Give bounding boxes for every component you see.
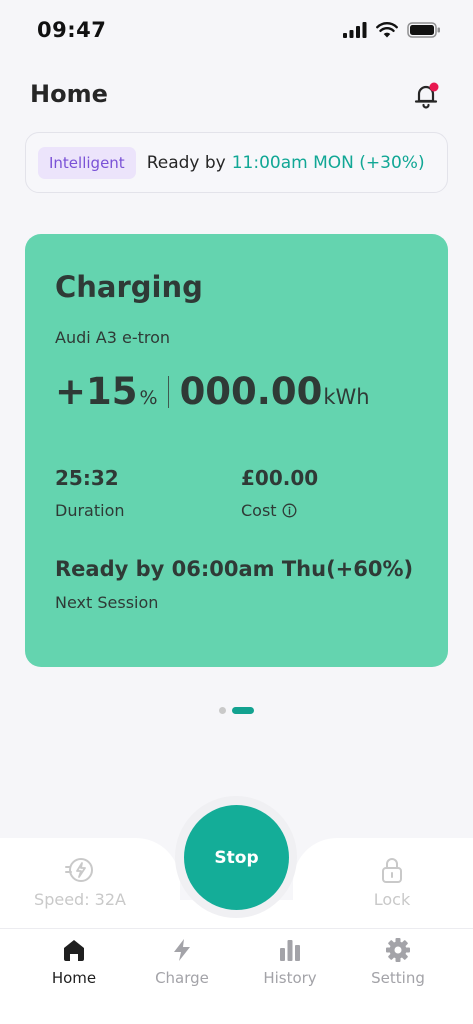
tab-history[interactable]: History bbox=[245, 937, 335, 987]
page-title: Home bbox=[30, 80, 108, 108]
duration-label-text: Duration bbox=[55, 501, 125, 520]
cost-label: Cost bbox=[241, 501, 297, 520]
next-session-label: Next Session bbox=[55, 593, 159, 612]
tab-charge[interactable]: Charge bbox=[137, 937, 227, 987]
tab-bar: Home Charge History Setting bbox=[0, 928, 473, 1024]
charge-percent-unit: % bbox=[139, 387, 158, 409]
status-icons bbox=[343, 22, 441, 38]
home-icon bbox=[64, 940, 84, 961]
duration-label: Duration bbox=[55, 501, 125, 520]
card-title: Charging bbox=[55, 270, 203, 304]
banner-ready-time: 11:00am MON (+30%) bbox=[231, 152, 425, 173]
pager-dot[interactable] bbox=[219, 707, 226, 714]
lock-control[interactable]: Lock bbox=[352, 856, 432, 909]
next-session-ready-time: Ready by 06:00am Thu(+60%) bbox=[55, 557, 414, 581]
stop-charging-button[interactable]: Stop bbox=[184, 805, 289, 910]
lock-label: Lock bbox=[373, 890, 411, 909]
bell-icon bbox=[414, 82, 439, 109]
status-bar: 09:47 bbox=[0, 0, 473, 62]
stop-label: Stop bbox=[214, 847, 259, 868]
speed-bolt-icon bbox=[65, 858, 93, 882]
card-pager bbox=[0, 707, 473, 714]
notification-dot bbox=[429, 82, 439, 92]
wifi-icon bbox=[376, 22, 398, 38]
tab-home[interactable]: Home bbox=[29, 937, 119, 987]
banner-ready-text: Ready by bbox=[146, 152, 226, 173]
cost-value: £00.00 bbox=[241, 466, 319, 490]
gear-icon bbox=[386, 938, 410, 962]
battery-icon bbox=[407, 22, 440, 38]
energy-unit: kWh bbox=[323, 385, 370, 409]
duration-value: 25:32 bbox=[55, 466, 119, 490]
charging-status-card[interactable]: Charging Audi A3 e-tron +15 % 000.00 kWh… bbox=[25, 234, 448, 667]
charge-metrics: +15 % 000.00 kWh bbox=[55, 370, 370, 413]
vehicle-name: Audi A3 e-tron bbox=[55, 328, 171, 347]
tab-history-label: History bbox=[263, 969, 317, 987]
tab-home-label: Home bbox=[51, 969, 97, 987]
bar-chart-icon bbox=[280, 940, 300, 961]
status-time: 09:47 bbox=[37, 18, 107, 42]
intelligent-charging-banner[interactable]: Intelligent Ready by 11:00am MON (+30%) bbox=[25, 132, 448, 193]
speed-control[interactable]: Speed: 32A bbox=[20, 856, 140, 909]
info-icon[interactable] bbox=[282, 503, 297, 518]
cost-label-text: Cost bbox=[241, 501, 277, 520]
pager-dot-active[interactable] bbox=[232, 707, 254, 714]
intelligent-badge: Intelligent bbox=[38, 146, 136, 179]
tab-charge-label: Charge bbox=[155, 969, 209, 987]
charge-percent: +15 bbox=[55, 370, 138, 413]
metrics-divider bbox=[167, 375, 169, 408]
energy-value: 000.00 bbox=[179, 370, 323, 413]
bolt-icon bbox=[174, 939, 190, 961]
tab-setting[interactable]: Setting bbox=[353, 937, 443, 987]
home-screen: 09:47 Home Intelligent Ready by 11:00am … bbox=[0, 0, 473, 1024]
speed-label: Speed: 32A bbox=[34, 890, 126, 909]
notifications-button[interactable] bbox=[411, 80, 441, 110]
tab-setting-label: Setting bbox=[371, 969, 425, 987]
lock-icon bbox=[382, 858, 402, 883]
cellular-signal-icon bbox=[343, 22, 367, 38]
